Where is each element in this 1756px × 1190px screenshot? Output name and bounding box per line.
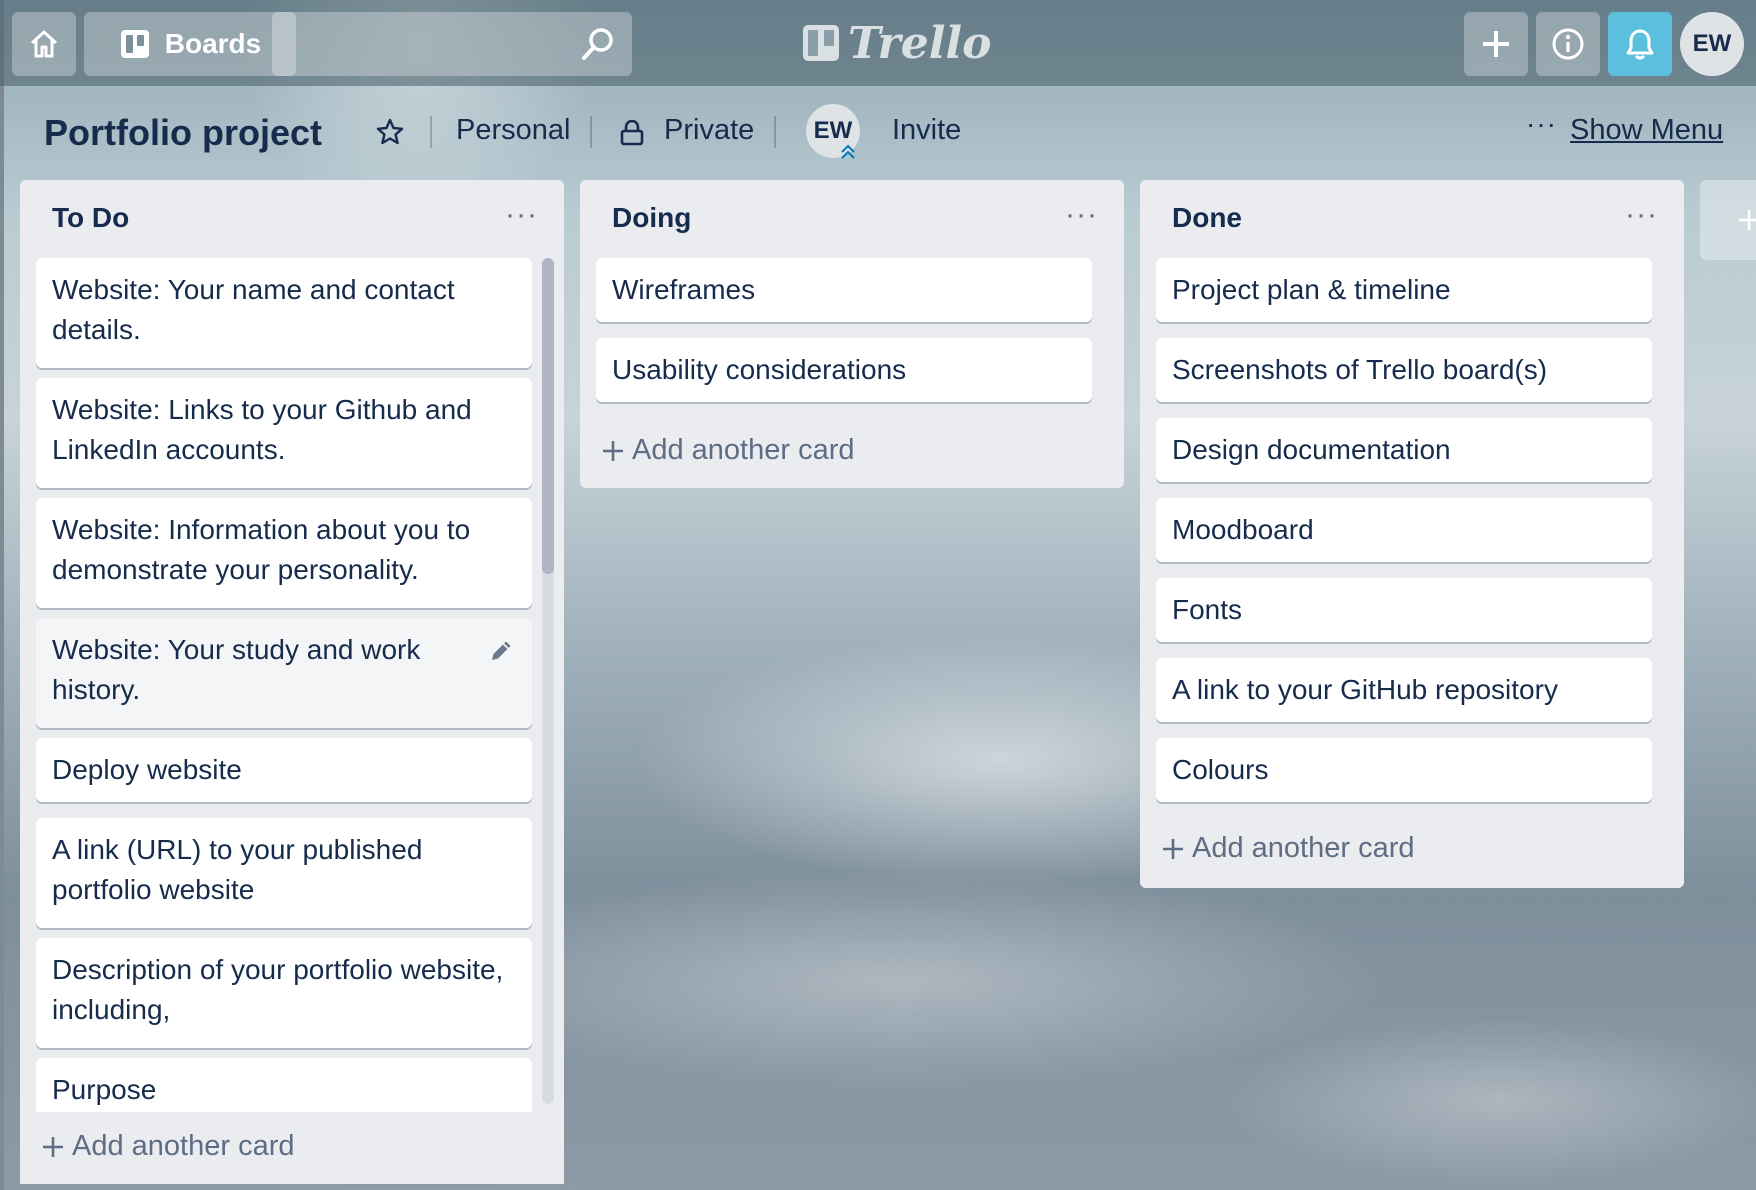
card-title: Fonts [1172, 594, 1243, 625]
card-title: A link to your GitHub repository [1172, 674, 1558, 705]
list-menu-button[interactable]: ··· [505, 198, 538, 232]
boards-button[interactable]: Boards [84, 12, 296, 76]
menu-dots-icon[interactable]: ··· [1526, 108, 1557, 140]
card-title: Website: Your study and work history. [52, 634, 421, 705]
card[interactable]: Design documentation [1156, 418, 1652, 482]
star-icon[interactable] [376, 118, 404, 146]
add-card-button[interactable]: Add another card [1162, 832, 1414, 865]
card[interactable]: Deploy website [36, 738, 532, 802]
header-divider [774, 116, 776, 148]
admin-chevron-icon [841, 144, 855, 159]
card-title: Website: Links to your Github and Linked… [52, 394, 472, 465]
list-scrollbar-thumb[interactable] [542, 258, 554, 574]
top-bar: Boards Trello EW [0, 0, 1756, 86]
member-initials: EW [813, 117, 853, 144]
list-menu-button[interactable]: ··· [1625, 198, 1658, 232]
card[interactable]: A link to your GitHub repository [1156, 658, 1652, 722]
home-icon [30, 30, 58, 58]
invite-button[interactable]: Invite [892, 114, 961, 147]
lock-icon [620, 120, 644, 146]
bell-icon [1626, 29, 1654, 60]
card[interactable]: Screenshots of Trello board(s) [1156, 338, 1652, 402]
add-list-button[interactable] [1700, 180, 1756, 260]
notifications-button[interactable] [1608, 12, 1672, 76]
plus-icon [1163, 838, 1183, 859]
boards-label: Boards [164, 28, 262, 59]
board-icon [120, 30, 149, 58]
card-title: Moodboard [1172, 514, 1314, 545]
list-doing: Doing ··· Wireframes Usability considera… [580, 180, 1124, 488]
card-title: A link (URL) to your published portfolio… [52, 834, 423, 905]
list-to-do: To Do ··· Website: Your name and contact… [20, 180, 564, 1184]
card[interactable]: Website: Your study and work history. [36, 618, 532, 728]
plus-icon [1739, 210, 1756, 230]
card-title: Deploy website [52, 754, 242, 785]
add-card-label: Add another card [632, 434, 855, 466]
trello-logo-icon [803, 25, 839, 61]
add-card-label: Add another card [1192, 832, 1415, 864]
card-title: Website: Your name and contact details. [52, 274, 455, 345]
search-icon[interactable] [580, 26, 616, 62]
add-card-button[interactable]: Add another card [42, 1130, 294, 1163]
card[interactable]: Usability considerations [596, 338, 1092, 402]
visibility-button[interactable]: Private [664, 114, 754, 147]
header-divider [430, 116, 432, 148]
header-divider [590, 116, 592, 148]
card[interactable]: Moodboard [1156, 498, 1652, 562]
card[interactable]: Fonts [1156, 578, 1652, 642]
card[interactable]: Wireframes [596, 258, 1092, 322]
add-card-label: Add another card [72, 1130, 295, 1162]
home-button[interactable] [12, 12, 76, 76]
board-title[interactable]: Portfolio project [44, 112, 322, 154]
window-edge [0, 0, 4, 1190]
card[interactable]: Description of your portfolio website, i… [36, 938, 532, 1048]
card[interactable]: Website: Information about you to demons… [36, 498, 532, 608]
card-title: Wireframes [612, 274, 756, 305]
team-button[interactable]: Personal [456, 114, 570, 147]
board-header: Portfolio project Personal Private EW In… [0, 86, 1756, 178]
card-title: Colours [1172, 754, 1269, 785]
info-icon [1552, 28, 1584, 60]
card[interactable]: A link (URL) to your published portfolio… [36, 818, 532, 928]
card[interactable]: Website: Links to your Github and Linked… [36, 378, 532, 488]
plus-icon [1483, 31, 1509, 57]
list-title[interactable]: Done [1172, 202, 1242, 234]
user-avatar[interactable]: EW [1680, 12, 1744, 76]
card[interactable]: Website: Your name and contact details. [36, 258, 532, 368]
info-button[interactable] [1536, 12, 1600, 76]
card-title: Website: Information about you to demons… [52, 514, 471, 585]
list-done: Done ··· Project plan & timeline Screens… [1140, 180, 1684, 888]
create-button[interactable] [1464, 12, 1528, 76]
trello-logo[interactable]: Trello [802, 17, 992, 69]
card-title: Description of your portfolio website, i… [52, 954, 504, 1025]
plus-icon [43, 1136, 63, 1157]
search-input[interactable] [272, 12, 632, 76]
list-title[interactable]: Doing [612, 202, 691, 234]
show-menu-button[interactable]: Show Menu [1570, 114, 1723, 147]
card[interactable]: Colours [1156, 738, 1652, 802]
card-title: Design documentation [1172, 434, 1451, 465]
card-title: Screenshots of Trello board(s) [1172, 354, 1548, 385]
trello-logo-text: Trello [848, 17, 992, 69]
card[interactable]: Project plan & timeline [1156, 258, 1652, 322]
pencil-icon[interactable] [488, 638, 514, 664]
list-menu-button[interactable]: ··· [1065, 198, 1098, 232]
card-title: Usability considerations [612, 354, 907, 385]
card-title: Purpose [52, 1074, 157, 1105]
list-title[interactable]: To Do [52, 202, 129, 234]
plus-icon [603, 440, 623, 461]
card-title: Project plan & timeline [1172, 274, 1451, 305]
add-card-button[interactable]: Add another card [602, 434, 854, 467]
